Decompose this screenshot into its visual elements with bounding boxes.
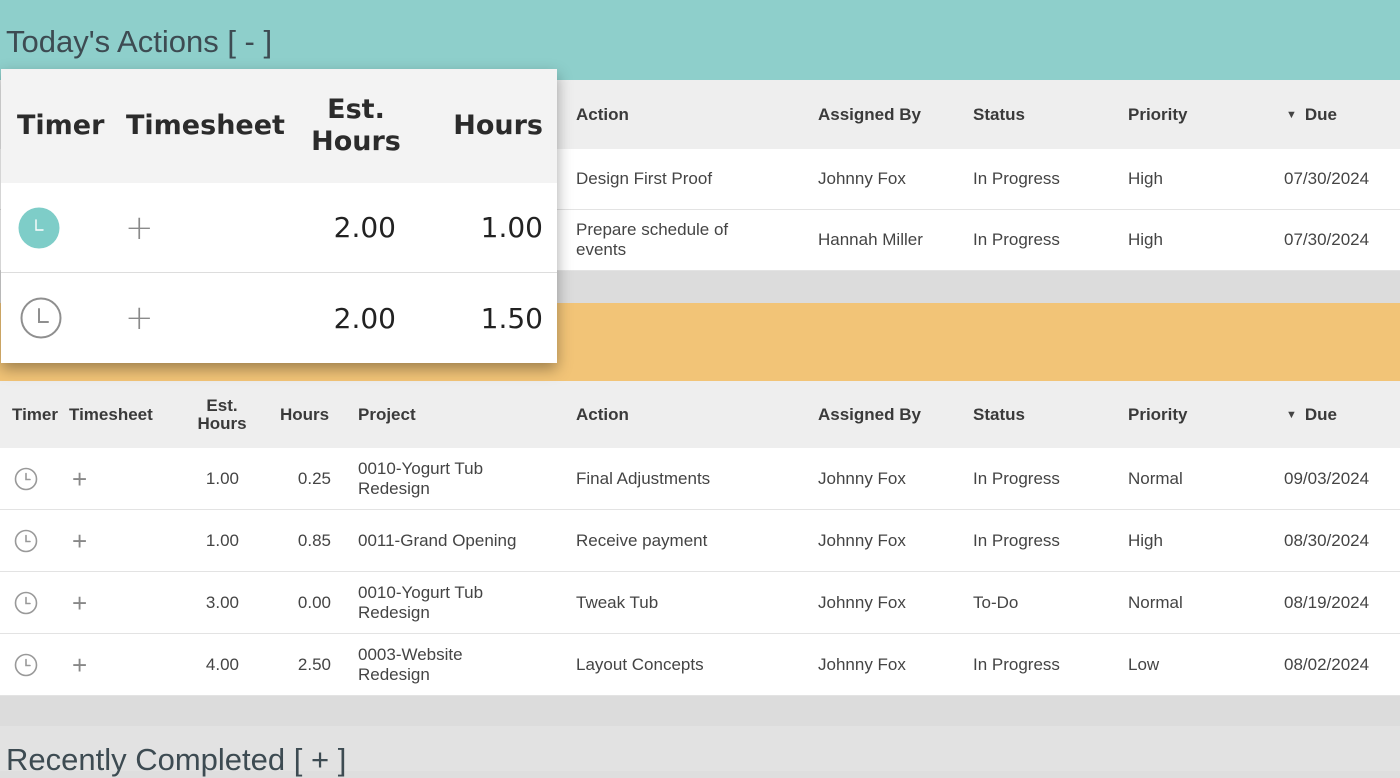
col-header-timer[interactable]: Timer [12, 381, 67, 448]
todays-actions-title: Today's Actions [ - ] [6, 24, 273, 59]
col-header-priority[interactable]: Priority [1128, 80, 1268, 149]
project-cell[interactable]: 0010-Yogurt Tub Redesign [358, 448, 508, 509]
clock-icon[interactable] [14, 634, 40, 695]
todays-actions-header[interactable]: Today's Actions [ - ] [0, 0, 1400, 80]
assigned-by-cell: Johnny Fox [818, 468, 906, 488]
due-cell: 07/30/2024 [1284, 230, 1370, 249]
caret-down-icon: ▼ [1286, 408, 1297, 421]
col-header-project[interactable]: Project [358, 381, 508, 448]
priority-cell: Normal [1128, 592, 1183, 612]
table-row[interactable]: + 1.00 0.25 0010-Yogurt Tub Redesign Fin… [0, 448, 1400, 510]
est-hours-cell: 2.00 [333, 301, 396, 335]
status-cell: In Progress [973, 169, 1060, 188]
recently-completed-title: Recently Completed [ + ] [6, 742, 347, 777]
status-cell: In Progress [973, 230, 1060, 249]
plus-icon[interactable]: + [125, 183, 155, 272]
col-header-due[interactable]: ▼ Due [1286, 381, 1396, 448]
caret-down-icon: ▼ [1286, 108, 1297, 121]
hours-cell: 1.00 [480, 211, 543, 244]
col-header-hours[interactable]: Hours [441, 69, 543, 183]
est-hours-cell: 1.00 [205, 530, 239, 550]
assigned-by-cell: Johnny Fox [818, 169, 906, 188]
col-header-timesheet[interactable]: Timesheet [126, 69, 296, 183]
col-header-assigned-by[interactable]: Assigned By [818, 381, 958, 448]
hours-cell: 0.85 [297, 530, 331, 550]
col-header-timer[interactable]: Timer [17, 69, 117, 183]
col-header-timesheet[interactable]: Timesheet [69, 381, 164, 448]
hours-cell: 0.25 [297, 468, 331, 488]
clock-icon[interactable] [18, 183, 62, 272]
col-header-status[interactable]: Status [973, 381, 1113, 448]
col-header-hours[interactable]: Hours [280, 381, 340, 448]
clock-icon[interactable] [14, 448, 40, 509]
priority-cell: Normal [1128, 468, 1183, 488]
plus-icon[interactable]: + [72, 510, 94, 571]
due-cell: 08/02/2024 [1284, 654, 1370, 674]
status-cell: To-Do [973, 592, 1019, 612]
callout-row[interactable]: + 2.00 1.50 [1, 273, 557, 363]
project-cell[interactable]: 0010-Yogurt Tub Redesign [358, 572, 508, 633]
callout-row[interactable]: + 2.00 1.00 [1, 183, 557, 273]
due-cell: 08/30/2024 [1284, 530, 1370, 550]
col-header-assigned-by[interactable]: Assigned By [818, 80, 958, 149]
assigned-by-cell: Hannah Miller [818, 230, 923, 249]
status-cell: In Progress [973, 468, 1060, 488]
clock-icon[interactable] [14, 510, 40, 571]
table-row[interactable]: + 1.00 0.85 0011-Grand Opening Receive p… [0, 510, 1400, 572]
due-cell: 07/30/2024 [1284, 169, 1370, 188]
assigned-by-cell: Johnny Fox [818, 654, 906, 674]
table-row[interactable]: + 4.00 2.50 0003-Website Redesign Layout… [0, 634, 1400, 696]
clock-icon[interactable] [20, 273, 64, 363]
col-header-est-hours[interactable]: Est. Hours [182, 381, 262, 448]
due-cell: 09/03/2024 [1284, 468, 1370, 488]
project-cell[interactable]: 0011-Grand Opening [358, 510, 558, 571]
col-header-priority[interactable]: Priority [1128, 381, 1268, 448]
priority-cell: High [1128, 169, 1163, 188]
priority-cell: High [1128, 530, 1163, 550]
due-cell: 08/19/2024 [1284, 592, 1370, 612]
upcoming-table-header: Timer Timesheet Est. Hours Hours Project… [0, 381, 1400, 448]
col-header-due[interactable]: ▼ Due [1286, 80, 1396, 149]
action-cell[interactable]: Final Adjustments [576, 448, 796, 509]
assigned-by-cell: Johnny Fox [818, 592, 906, 612]
action-cell[interactable]: Tweak Tub [576, 572, 796, 633]
est-hours-cell: 2.00 [333, 211, 396, 244]
plus-icon[interactable]: + [72, 634, 94, 695]
project-cell[interactable]: 0003-Website Redesign [358, 634, 508, 695]
est-hours-cell: 3.00 [205, 592, 239, 612]
zoomed-timer-callout: Timer Timesheet Est. Hours Hours + 2.00 … [1, 69, 557, 363]
plus-icon[interactable]: + [125, 273, 155, 363]
priority-cell: Low [1128, 654, 1160, 674]
action-cell[interactable]: Design First Proof [576, 149, 796, 209]
plus-icon[interactable]: + [72, 572, 94, 633]
action-cell[interactable]: Layout Concepts [576, 634, 796, 695]
status-cell: In Progress [973, 530, 1060, 550]
action-cell[interactable]: Prepare schedule of events [576, 210, 776, 270]
col-header-status[interactable]: Status [973, 80, 1113, 149]
table-row[interactable]: + 3.00 0.00 0010-Yogurt Tub Redesign Twe… [0, 572, 1400, 634]
hours-cell: 0.00 [297, 592, 331, 612]
col-header-action[interactable]: Action [576, 381, 726, 448]
plus-icon[interactable]: + [72, 448, 94, 509]
assigned-by-cell: Johnny Fox [818, 530, 906, 550]
est-hours-cell: 1.00 [205, 468, 239, 488]
col-header-est-hours[interactable]: Est. Hours [306, 69, 406, 183]
est-hours-cell: 4.00 [205, 654, 239, 674]
col-header-action[interactable]: Action [576, 80, 796, 149]
hours-cell: 2.50 [297, 654, 331, 674]
action-cell[interactable]: Receive payment [576, 510, 796, 571]
recently-completed-header[interactable]: Recently Completed [ + ] [0, 726, 1400, 777]
section-divider [0, 696, 1400, 726]
clock-icon[interactable] [14, 572, 40, 633]
status-cell: In Progress [973, 654, 1060, 674]
priority-cell: High [1128, 230, 1163, 249]
callout-header: Timer Timesheet Est. Hours Hours [1, 69, 557, 183]
hours-cell: 1.50 [480, 301, 543, 335]
